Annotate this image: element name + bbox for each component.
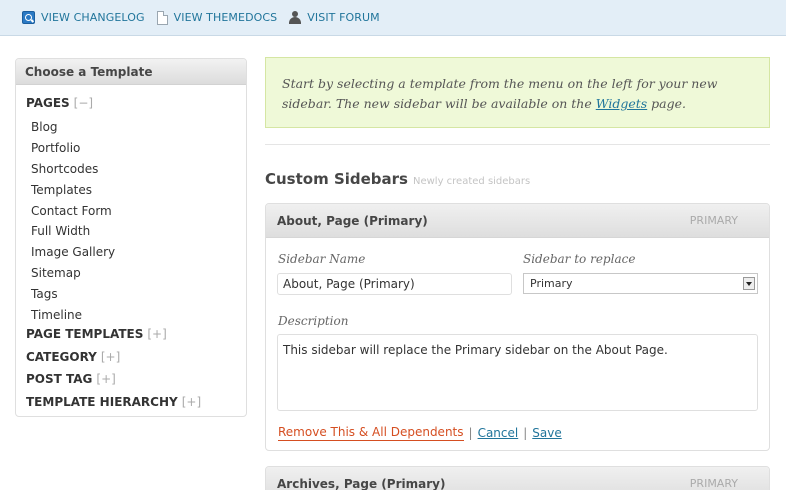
- remove-dependents-link[interactable]: Remove This & All Dependents: [278, 425, 464, 441]
- category-page-templates[interactable]: PAGE TEMPLATES [+]: [16, 327, 246, 350]
- category-post-tag[interactable]: POST TAG [+]: [16, 372, 246, 395]
- section-title: Custom Sidebars Newly created sidebars: [265, 170, 530, 188]
- view-themedocs-link[interactable]: VIEW THEMEDOCS: [156, 10, 278, 25]
- sidebar-box-tag: PRIMARY: [689, 477, 738, 490]
- sidebar-box: Archives, Page (Primary) PRIMARY: [265, 466, 770, 490]
- collapse-toggle[interactable]: [−]: [74, 96, 93, 110]
- template-item-shortcodes[interactable]: Shortcodes: [16, 159, 246, 180]
- template-item-contact-form[interactable]: Contact Form: [16, 200, 246, 221]
- notice-text-after: page.: [647, 96, 687, 111]
- category-template-hierarchy-label: TEMPLATE HIERARCHY: [26, 394, 178, 409]
- template-item-tags[interactable]: Tags: [16, 283, 246, 304]
- view-changelog-link[interactable]: VIEW CHANGELOG: [22, 11, 145, 24]
- description-textarea[interactable]: This sidebar will replace the Primary si…: [277, 334, 758, 411]
- sidebar-name-input[interactable]: [277, 273, 512, 295]
- sidebar-actions: Remove This & All Dependents | Cancel | …: [278, 425, 562, 441]
- expand-toggle[interactable]: [+]: [96, 372, 115, 386]
- section-subtitle: Newly created sidebars: [412, 176, 531, 187]
- description-label: Description: [278, 314, 349, 328]
- category-template-hierarchy[interactable]: TEMPLATE HIERARCHY [+]: [16, 395, 246, 418]
- category-page-templates-label: PAGE TEMPLATES: [26, 326, 144, 341]
- sidebar-box-header[interactable]: Archives, Page (Primary) PRIMARY: [266, 467, 769, 490]
- sidebar-box: About, Page (Primary) PRIMARY Sidebar Na…: [265, 203, 770, 451]
- sidebar-box-title: About, Page (Primary): [277, 213, 428, 228]
- sidebar-box-tag: PRIMARY: [689, 214, 738, 227]
- view-changelog-label: VIEW CHANGELOG: [41, 11, 145, 24]
- expand-toggle[interactable]: [+]: [147, 327, 166, 341]
- view-themedocs-label: VIEW THEMEDOCS: [173, 11, 278, 24]
- category-post-tag-label: POST TAG: [26, 372, 93, 387]
- expand-toggle[interactable]: [+]: [182, 395, 201, 409]
- dropdown-arrow-icon[interactable]: [743, 277, 755, 290]
- category-pages-label: PAGES: [26, 96, 70, 110]
- separator: |: [523, 426, 528, 440]
- sidebar-name-label: Sidebar Name: [278, 252, 366, 266]
- expand-toggle[interactable]: [+]: [101, 350, 120, 364]
- visit-forum-link[interactable]: VISIT FORUM: [289, 11, 380, 24]
- top-nav-bar: VIEW CHANGELOG VIEW THEMEDOCS VISIT FORU…: [0, 0, 786, 36]
- template-item-portfolio[interactable]: Portfolio: [16, 138, 246, 159]
- template-item-sitemap[interactable]: Sitemap: [16, 263, 246, 284]
- category-category-label: CATEGORY: [26, 349, 97, 364]
- document-icon: [156, 10, 168, 25]
- template-chooser-title: Choose a Template: [16, 59, 246, 85]
- template-item-image-gallery[interactable]: Image Gallery: [16, 242, 246, 263]
- section-title-text: Custom Sidebars: [265, 170, 408, 188]
- template-chooser-panel: Choose a Template PAGES [−] Blog Portfol…: [15, 58, 247, 417]
- template-item-blog[interactable]: Blog: [16, 117, 246, 138]
- template-item-timeline[interactable]: Timeline: [16, 304, 246, 325]
- divider: [265, 144, 770, 145]
- search-doc-icon: [22, 11, 35, 24]
- template-item-full-width[interactable]: Full Width: [16, 221, 246, 242]
- widgets-link[interactable]: Widgets: [596, 96, 647, 111]
- sidebar-replace-value: Primary: [530, 277, 573, 290]
- sidebar-replace-label: Sidebar to replace: [523, 252, 636, 266]
- category-pages[interactable]: PAGES [−]: [16, 96, 246, 117]
- sidebar-replace-select[interactable]: Primary: [523, 273, 758, 294]
- cancel-link[interactable]: Cancel: [478, 426, 519, 440]
- user-icon: [289, 11, 302, 24]
- info-notice: Start by selecting a template from the m…: [265, 57, 770, 128]
- separator: |: [468, 426, 473, 440]
- save-link[interactable]: Save: [532, 426, 561, 440]
- sidebar-box-header[interactable]: About, Page (Primary) PRIMARY: [266, 204, 769, 238]
- category-category[interactable]: CATEGORY [+]: [16, 350, 246, 373]
- template-item-templates[interactable]: Templates: [16, 179, 246, 200]
- sidebar-box-title: Archives, Page (Primary): [277, 476, 446, 490]
- visit-forum-label: VISIT FORUM: [307, 11, 380, 24]
